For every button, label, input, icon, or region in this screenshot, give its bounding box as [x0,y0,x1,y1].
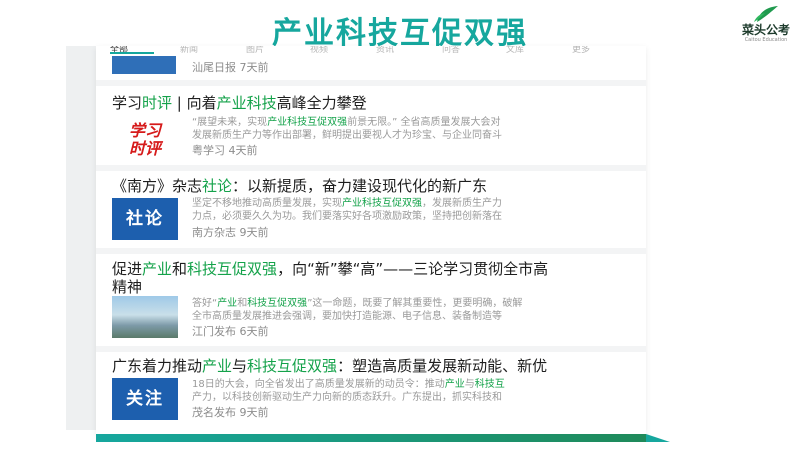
snippet-line: 发展新质生产力等作出部署，鲜明提出要视人才为珍宝、与企业同奋斗 [192,129,646,142]
snippet-line: 力点，必须要久久为功。我们要落实好各项激励政策，坚持把创新落在 [192,210,646,223]
title-text: ，向“新”攀“高”——三论学习贯彻全市高 [277,260,549,278]
result-meta: 汕尾日报 7天前 [192,61,269,74]
snippet-text: 答好“ [192,298,218,309]
snippet-highlight: 科技互 [474,379,505,390]
title-text: 促进 [112,260,143,278]
title-highlight: 产业 [142,260,173,278]
result-thumbnail[interactable] [112,296,178,338]
result-snippet: 答好“产业和科技互促双强”这一命题，既要了解其重要性，更要明确，破解 全市高质量发… [192,297,646,323]
title-highlight: 科技互促双强 [247,357,338,375]
footer-accent-corner [646,434,670,442]
active-tab-indicator [110,52,154,54]
snippet-highlight: 产业科技互促双强 [267,117,348,128]
snippet-text: 发展新质生产力等作出部署，鲜明提出要视人才为珍宝、与企业同奋斗 [192,130,502,141]
search-results-screen: 全部 新闻 图片 视频 资讯 问答 文库 更多 汕尾日报 7天前 学习时评 | … [96,46,646,434]
snippet-text: 18日的大会，向全省发出了高质量发展新的动员令：推动 [192,379,445,390]
snippet-text: ”这一命题，既要了解其重要性，更要明确，破解 [307,298,523,309]
title-text: 《南方》杂志 [112,177,203,195]
thumbnail-caption: 学习 [128,121,161,140]
snippet-text: 坚定不移地推动高质量发展，实现 [192,198,342,209]
result-separator [96,165,646,171]
tab-library[interactable]: 文库 [506,46,524,54]
search-tabs: 全部 新闻 图片 视频 资讯 问答 文库 更多 [96,46,646,54]
snippet-text: 产力，以科技创新驱动生产力向新的质态跃升。广东提出，抓实科技和 [192,392,502,403]
title-highlight: 产业 [202,357,233,375]
result-separator [96,80,646,86]
screen-side-shadow [66,46,96,430]
title-text: ：塑造高质量发展新动能、新优 [337,357,548,375]
snippet-highlight: 科技互促双强 [247,298,308,309]
footer-accent-bar [96,434,646,442]
tab-videos[interactable]: 视频 [310,46,328,54]
tab-images[interactable]: 图片 [246,46,264,54]
brand-name: 菜头公考 [741,23,790,37]
result-title[interactable]: 《南方》杂志社论：以新提质，奋力建设现代化的新广东 [112,177,646,195]
title-text: | 向着 [172,94,217,112]
result-thumbnail[interactable]: 学习 时评 [112,120,178,162]
snippet-line: “展望未来，实现产业科技互促双强前景无限。” 全省高质量发展大会对 [192,116,646,129]
result-thumbnail[interactable]: 关注 [112,378,178,420]
snippet-text: 前景无限。” 全省高质量发展大会对 [347,117,501,128]
result-title[interactable]: 学习时评 | 向着产业科技高峰全力攀登 [112,94,646,112]
result-thumbnail[interactable]: 社论 [112,198,178,240]
title-text: 和 [172,260,188,278]
snippet-text: 力点，必须要久久为功。我们要落实好各项激励政策，坚持把创新落在 [192,211,502,222]
result-meta: 江门发布 6天前 [192,325,269,338]
title-highlight: 社论 [202,177,233,195]
result-meta: 南方杂志 9天前 [192,226,269,239]
result-title[interactable]: 广东着力推动产业与科技互促双强：塑造高质量发展新动能、新优 [112,357,646,375]
snippet-highlight: 产业 [217,298,238,309]
result-separator [96,248,646,254]
snippet-text: ，发展新质生产力 [422,198,502,209]
result-snippet: 18日的大会，向全省发出了高质量发展新的动员令：推动产业与科技互 产力，以科技创新… [192,378,646,404]
title-highlight: 科技互促双强 [187,260,278,278]
snippet-highlight: 产业 [444,379,465,390]
result-title-continued[interactable]: 精神 [112,278,646,296]
result-title[interactable]: 促进产业和科技互促双强，向“新”攀“高”——三论学习贯彻全市高 [112,260,646,278]
result-separator [96,346,646,352]
snippet-line: 产力，以科技创新驱动生产力向新的质态跃升。广东提出，抓实科技和 [192,391,646,404]
tab-qa[interactable]: 问答 [442,46,460,54]
title-text: 广东着力推动 [112,357,203,375]
title-text: 与 [232,357,248,375]
brand-subtitle: Caitou Education [744,37,788,43]
title-highlight: 时评 [142,94,173,112]
tab-more[interactable]: 更多 [572,46,590,54]
snippet-text: 与 [464,379,475,390]
tab-news[interactable]: 新闻 [180,46,198,54]
result-snippet: 坚定不移地推动高质量发展，实现产业科技互促双强，发展新质生产力 力点，必须要久久为… [192,197,646,223]
title-highlight: 产业科技 [216,94,277,112]
result-snippet: “展望未来，实现产业科技互促双强前景无限。” 全省高质量发展大会对 发展新质生产力… [192,116,646,142]
snippet-text: 和 [237,298,248,309]
snippet-highlight: 产业科技互促双强 [342,198,422,209]
brand-logo: 菜头公考 Caitou Education [736,4,796,48]
leaf-logo-icon [754,6,778,22]
snippet-line: 坚定不移地推动高质量发展，实现产业科技互促双强，发展新质生产力 [192,197,646,210]
snippet-line: 答好“产业和科技互促双强”这一命题，既要了解其重要性，更要明确，破解 [192,297,646,310]
thumbnail-caption: 时评 [128,139,161,158]
snippet-line: 18日的大会，向全省发出了高质量发展新的动员令：推动产业与科技互 [192,378,646,391]
result-meta: 茂名发布 9天前 [192,406,269,419]
tab-info[interactable]: 资讯 [376,46,394,54]
title-text: 学习 [112,94,143,112]
snippet-line: 全市高质量发展推进会强调，要加快打造能源、电子信息、装备制造等 [192,310,646,323]
snippet-text: 全市高质量发展推进会强调，要加快打造能源、电子信息、装备制造等 [192,311,502,322]
title-text: 高峰全力攀登 [276,94,367,112]
title-text: ：以新提质，奋力建设现代化的新广东 [232,177,488,195]
result-thumbnail[interactable] [112,56,176,74]
snippet-text: “展望未来，实现 [192,117,268,128]
result-meta: 粤学习 4天前 [192,144,258,157]
